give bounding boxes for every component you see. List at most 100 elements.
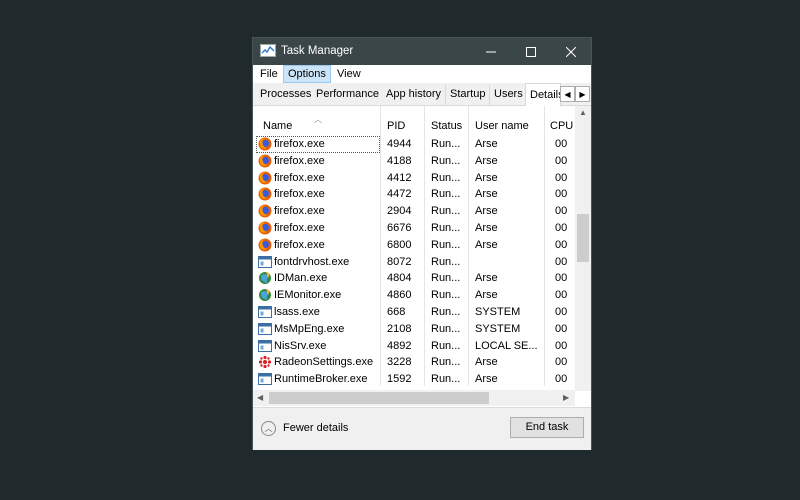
pid-cell: 668 bbox=[387, 306, 406, 318]
scroll-right-icon[interactable]: ▶ bbox=[563, 393, 569, 402]
table-row[interactable]: firefox.exe 2904 Run... Arse 00 bbox=[253, 203, 575, 220]
tab-strip: Processes Performance App history Startu… bbox=[253, 83, 591, 106]
pid-cell: 2108 bbox=[387, 322, 412, 335]
cpu-cell: 00 bbox=[555, 272, 568, 285]
name-cell: firefox.exe bbox=[256, 153, 380, 170]
menu-options[interactable]: Options bbox=[283, 65, 331, 83]
chevron-up-icon: ︿ bbox=[261, 420, 276, 436]
scroll-up-icon[interactable]: ▲ bbox=[579, 108, 587, 117]
status-cell: Run... bbox=[431, 171, 461, 184]
user-name-cell: Arse bbox=[475, 205, 498, 218]
table-row[interactable]: firefox.exe 4944 Run... Arse 00 bbox=[253, 136, 575, 153]
horizontal-scroll-thumb[interactable] bbox=[269, 392, 489, 404]
tab-startup[interactable]: Startup bbox=[446, 85, 491, 105]
tab-app-history[interactable]: App history bbox=[382, 85, 447, 105]
name-cell: lsass.exe bbox=[256, 304, 380, 321]
tab-users[interactable]: Users bbox=[490, 85, 528, 105]
table-row[interactable]: IEMonitor.exe 4860 Run... Arse 00 bbox=[253, 287, 575, 304]
sort-ascending-icon: ︿ bbox=[314, 115, 322, 124]
table-row[interactable]: fontdrvhost.exe 8072 Run... 00 bbox=[253, 254, 575, 271]
cpu-cell: 00 bbox=[555, 289, 568, 302]
status-cell: Run... bbox=[431, 222, 461, 234]
column-cpu[interactable]: CPU bbox=[550, 120, 573, 132]
footer-bar: ︿ Fewer details End task bbox=[253, 407, 591, 450]
name-cell: firefox.exe bbox=[256, 170, 380, 187]
tab-performance[interactable]: Performance bbox=[312, 85, 384, 105]
minimize-button[interactable] bbox=[471, 38, 511, 65]
menu-bar: File Options View bbox=[253, 65, 591, 83]
tab-processes[interactable]: Processes bbox=[256, 85, 317, 105]
process-name: firefox.exe bbox=[274, 188, 325, 201]
scroll-left-icon[interactable]: ◀ bbox=[257, 393, 263, 402]
status-cell: Run... bbox=[431, 356, 461, 369]
cpu-cell: 00 bbox=[555, 373, 568, 386]
vertical-scroll-thumb[interactable] bbox=[577, 214, 589, 262]
firefox-icon bbox=[258, 221, 272, 235]
process-details-list: ︿ Name PID Status User name CPU firefox.… bbox=[253, 106, 591, 407]
user-name-cell: Arse bbox=[475, 356, 498, 369]
status-cell: Run... bbox=[431, 188, 461, 201]
cpu-cell: 00 bbox=[555, 171, 568, 184]
process-name: firefox.exe bbox=[274, 238, 325, 251]
user-name-cell: Arse bbox=[475, 171, 498, 184]
end-task-button[interactable]: End task bbox=[510, 417, 584, 438]
window-app-icon bbox=[258, 322, 272, 336]
name-cell: firefox.exe bbox=[256, 136, 380, 153]
horizontal-scrollbar[interactable]: ◀ ▶ bbox=[253, 390, 575, 406]
cpu-cell: 00 bbox=[555, 356, 568, 369]
user-name-cell: Arse bbox=[475, 373, 498, 386]
table-row[interactable]: firefox.exe 6800 Run... Arse 00 bbox=[253, 237, 575, 254]
name-cell: firefox.exe bbox=[256, 203, 380, 220]
cpu-cell: 00 bbox=[555, 339, 568, 352]
column-pid[interactable]: PID bbox=[387, 120, 405, 132]
window-app-icon bbox=[258, 305, 272, 319]
firefox-icon bbox=[258, 154, 272, 168]
menu-file[interactable]: File bbox=[256, 65, 282, 83]
menu-view[interactable]: View bbox=[333, 65, 365, 83]
name-cell: MsMpEng.exe bbox=[256, 321, 380, 338]
user-name-cell: LOCAL SE... bbox=[475, 339, 538, 352]
table-row[interactable]: MsMpEng.exe 2108 Run... SYSTEM 00 bbox=[253, 321, 575, 338]
close-button[interactable] bbox=[551, 38, 591, 65]
pid-cell: 1592 bbox=[387, 373, 412, 386]
tab-scroll-left-button[interactable]: ◀ bbox=[560, 86, 575, 102]
column-user-name[interactable]: User name bbox=[475, 120, 529, 132]
name-cell: firefox.exe bbox=[256, 220, 380, 237]
firefox-icon bbox=[258, 171, 272, 185]
tab-scroll-right-button[interactable]: ▶ bbox=[575, 86, 590, 102]
process-name: firefox.exe bbox=[274, 138, 325, 150]
maximize-button[interactable] bbox=[511, 38, 551, 65]
process-name: RadeonSettings.exe bbox=[274, 356, 374, 369]
cpu-cell: 00 bbox=[555, 238, 568, 251]
radeon-icon bbox=[258, 355, 272, 369]
idm-globe-icon bbox=[258, 288, 272, 302]
vertical-scrollbar[interactable]: ▲ bbox=[575, 106, 591, 391]
window-app-icon bbox=[258, 255, 272, 269]
firefox-icon bbox=[258, 238, 272, 252]
cpu-cell: 00 bbox=[555, 138, 568, 150]
table-row[interactable]: RuntimeBroker.exe 1592 Run... Arse 00 bbox=[253, 371, 575, 388]
fewer-details-button[interactable]: ︿ Fewer details bbox=[261, 419, 348, 437]
status-cell: Run... bbox=[431, 154, 461, 167]
user-name-cell: Arse bbox=[475, 222, 498, 234]
name-cell: NisSrv.exe bbox=[256, 338, 380, 355]
table-row[interactable]: lsass.exe 668 Run... SYSTEM 00 bbox=[253, 304, 575, 321]
table-row[interactable]: RadeonSettings.exe 3228 Run... Arse 00 bbox=[253, 354, 575, 371]
table-row[interactable]: firefox.exe 6676 Run... Arse 00 bbox=[253, 220, 575, 237]
title-bar[interactable]: Task Manager bbox=[253, 38, 591, 65]
table-row[interactable]: firefox.exe 4188 Run... Arse 00 bbox=[253, 153, 575, 170]
table-row[interactable]: IDMan.exe 4804 Run... Arse 00 bbox=[253, 270, 575, 287]
table-row[interactable]: firefox.exe 4412 Run... Arse 00 bbox=[253, 170, 575, 187]
pid-cell: 4472 bbox=[387, 188, 412, 201]
tab-details[interactable]: Details bbox=[525, 83, 564, 106]
window-app-icon bbox=[258, 339, 272, 353]
pid-cell: 4892 bbox=[387, 339, 412, 352]
column-status[interactable]: Status bbox=[431, 120, 462, 132]
table-row[interactable]: NisSrv.exe 4892 Run... LOCAL SE... 00 bbox=[253, 338, 575, 355]
firefox-icon bbox=[258, 137, 272, 151]
process-name: firefox.exe bbox=[274, 171, 325, 184]
column-name[interactable]: Name bbox=[263, 120, 292, 132]
name-cell: IDMan.exe bbox=[256, 270, 380, 287]
window-app-icon bbox=[258, 372, 272, 386]
table-row[interactable]: firefox.exe 4472 Run... Arse 00 bbox=[253, 186, 575, 203]
